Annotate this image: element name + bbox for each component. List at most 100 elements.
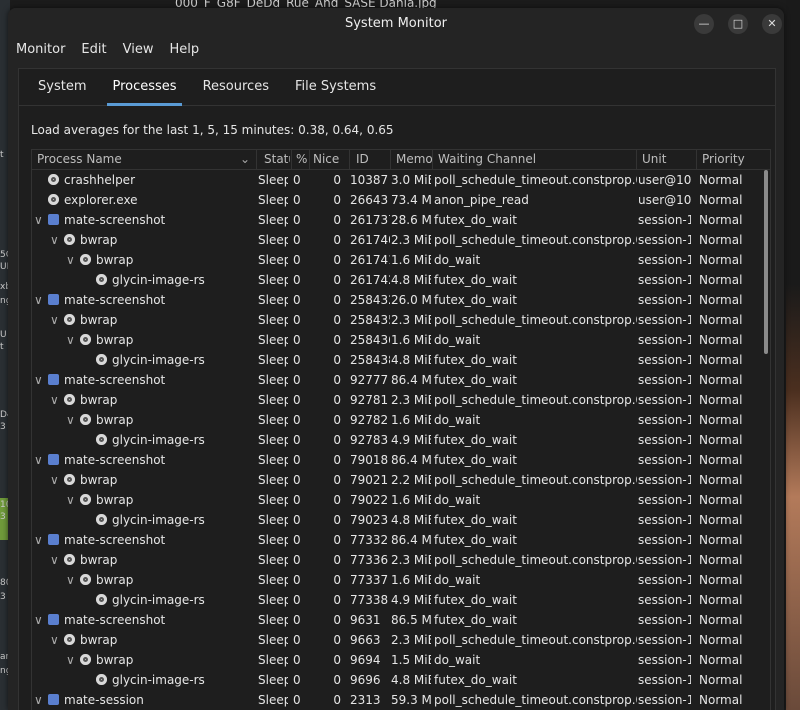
- process-nice: 0: [333, 693, 341, 707]
- process-memory: 2.3 MiB: [391, 233, 431, 247]
- table-header: Process Name ⌄ Statu % Nice ID Memo Wait…: [32, 150, 770, 170]
- table-row[interactable]: glycin-image-rs Sleep 0 0 790234.8 MiBfutex_…: [32, 510, 770, 530]
- process-priority: Normal: [699, 273, 743, 287]
- col-priority[interactable]: Priority: [702, 152, 762, 166]
- col-process-name[interactable]: Process Name: [37, 152, 237, 166]
- process-waiting-channel: poll_schedule_timeout.constprop.0: [434, 633, 637, 647]
- table-row[interactable]: glycin-image-rs Sleep 0 0 927834.9 MiBfutex_…: [32, 430, 770, 450]
- process-unit: session-1.s: [638, 353, 691, 367]
- menu-view[interactable]: View: [123, 42, 154, 57]
- process-memory: 1.6 MiB: [391, 253, 431, 267]
- col-status[interactable]: Statu: [264, 152, 290, 166]
- tab-system[interactable]: System: [27, 69, 97, 105]
- column-separator: [696, 150, 697, 169]
- table-row[interactable]: ∨ bwrap Sleep 0 0 773362.3 MiBpoll_schedule_t…: [32, 550, 770, 570]
- table-row[interactable]: ∨ bwrap Sleep 0 0 790221.6 MiBdo_wait session-…: [32, 490, 770, 510]
- table-row[interactable]: ∨ mate-screenshot Sleep 0 0 7733286.4 Mfutex_…: [32, 530, 770, 550]
- col-id[interactable]: ID: [356, 152, 386, 166]
- process-cpu: 0: [293, 173, 301, 187]
- table-row[interactable]: ∨ bwrap Sleep 0 0 790212.2 MiBpoll_schedule_t…: [32, 470, 770, 490]
- process-priority: Normal: [699, 693, 743, 707]
- table-row[interactable]: ∨ mate-screenshot Sleep 0 0 25843226.0 Mfutex…: [32, 290, 770, 310]
- table-row[interactable]: ∨ bwrap Sleep 0 0 2617402.3 MiBpoll_schedule_…: [32, 230, 770, 250]
- table-row[interactable]: ∨ bwrap Sleep 0 0 927812.3 MiBpoll_schedule_t…: [32, 390, 770, 410]
- chevron-down-icon: ∨: [66, 413, 75, 427]
- close-button[interactable]: ✕: [762, 14, 782, 34]
- menu-monitor[interactable]: Monitor: [16, 42, 65, 57]
- process-waiting-channel: futex_do_wait: [434, 213, 517, 227]
- process-cpu: 0: [293, 413, 301, 427]
- maximize-button[interactable]: □: [728, 14, 748, 34]
- table-row[interactable]: ∨ bwrap Sleep 0 0 2584361.6 MiBdo_wait session…: [32, 330, 770, 350]
- application-icon: [48, 214, 59, 225]
- table-row[interactable]: ∨ bwrap Sleep 0 0 773371.6 MiBdo_wait session-…: [32, 570, 770, 590]
- process-gear-icon: [64, 474, 75, 485]
- process-priority: Normal: [699, 353, 743, 367]
- process-unit: session-1.s: [638, 593, 691, 607]
- process-cpu: 0: [293, 313, 301, 327]
- col-memory[interactable]: Memo: [396, 152, 432, 166]
- col-nice[interactable]: Nice: [313, 152, 345, 166]
- menu-edit[interactable]: Edit: [81, 42, 106, 57]
- process-name: mate-screenshot: [64, 373, 166, 387]
- table-row[interactable]: ∨ bwrap Sleep 0 0 2617411.6 MiBdo_wait session…: [32, 250, 770, 270]
- table-row[interactable]: glycin-image-rs Sleep 0 0 773384.9 MiBfutex_…: [32, 590, 770, 610]
- process-unit: user@100: [638, 193, 691, 207]
- table-row[interactable]: ∨ bwrap Sleep 0 0 927821.6 MiBdo_wait session-…: [32, 410, 770, 430]
- process-cpu: 0: [293, 213, 301, 227]
- chevron-down-icon: ∨: [50, 313, 59, 327]
- table-row[interactable]: ∨ mate-screenshot Sleep 0 0 7901886.4 Mfutex_…: [32, 450, 770, 470]
- col-unit[interactable]: Unit: [642, 152, 692, 166]
- process-id: 77338: [350, 593, 389, 607]
- process-cpu: 0: [293, 353, 301, 367]
- process-name: glycin-image-rs: [112, 673, 205, 687]
- process-nice: 0: [333, 233, 341, 247]
- table-row[interactable]: glycin-image-rs Sleep 0 0 9696 4.8 MiBfutex_d…: [32, 670, 770, 690]
- process-nice: 0: [333, 493, 341, 507]
- tab-resources[interactable]: Resources: [192, 69, 280, 105]
- tab-processes[interactable]: Processes: [101, 69, 187, 106]
- table-row[interactable]: ∨ bwrap Sleep 0 0 2584352.3 MiBpoll_schedule_…: [32, 310, 770, 330]
- process-unit: session-1.s: [638, 513, 691, 527]
- process-priority: Normal: [699, 173, 743, 187]
- process-priority: Normal: [699, 453, 743, 467]
- col-waiting-channel[interactable]: Waiting Channel: [438, 152, 638, 166]
- table-row[interactable]: glycin-image-rs Sleep 0 0 2617424.8 MiBfutex…: [32, 270, 770, 290]
- process-name: glycin-image-rs: [112, 353, 205, 367]
- process-waiting-channel: futex_do_wait: [434, 593, 517, 607]
- table-row[interactable]: explorer.exe Sleep 0 0 2664373.4 Manon_pipe_…: [32, 190, 770, 210]
- process-id: 79022: [350, 493, 389, 507]
- process-cpu: 0: [293, 533, 301, 547]
- process-nice: 0: [333, 473, 341, 487]
- process-cpu: 0: [293, 393, 301, 407]
- process-id: 79023: [350, 513, 389, 527]
- table-row[interactable]: ∨ mate-screenshot Sleep 0 0 9631 86.5 Mfutex_d…: [32, 610, 770, 630]
- vertical-scrollbar[interactable]: [764, 170, 768, 354]
- menu-help[interactable]: Help: [169, 42, 199, 57]
- process-memory: 86.4 M: [391, 453, 431, 467]
- tab-file-systems[interactable]: File Systems: [284, 69, 387, 105]
- table-row[interactable]: glycin-image-rs Sleep 0 0 2584384.8 MiBfutex…: [32, 350, 770, 370]
- process-unit: session-1.s: [638, 413, 691, 427]
- table-row[interactable]: crashhelper Sleep 0 0 103873.0 MiBpoll_sched…: [32, 170, 770, 190]
- col-cpu[interactable]: %: [296, 152, 308, 166]
- table-row[interactable]: ∨ bwrap Sleep 0 0 9694 1.5 MiBdo_wait session-1…: [32, 650, 770, 670]
- process-priority: Normal: [699, 653, 743, 667]
- process-nice: 0: [333, 653, 341, 667]
- table-row[interactable]: ∨ mate-screenshot Sleep 0 0 9277786.4 Mfutex_…: [32, 370, 770, 390]
- minimize-button[interactable]: —: [694, 14, 714, 34]
- process-gear-icon: [96, 514, 107, 525]
- process-unit: session-1.s: [638, 453, 691, 467]
- title-bar[interactable]: System Monitor — □ ✕: [8, 8, 784, 38]
- table-row[interactable]: ∨ mate-screenshot Sleep 0 0 26173728.6 Mfutex…: [32, 210, 770, 230]
- process-status: Sleep: [258, 233, 288, 247]
- process-waiting-channel: futex_do_wait: [434, 433, 517, 447]
- process-memory: 2.3 MiB: [391, 313, 431, 327]
- process-cpu: 0: [293, 453, 301, 467]
- column-separator: [636, 150, 637, 169]
- table-row[interactable]: ∨ bwrap Sleep 0 0 9663 2.3 MiBpoll_schedule_ti…: [32, 630, 770, 650]
- process-id: 258436: [350, 333, 390, 347]
- table-row[interactable]: ∨ mate-session Sleep 0 0 2313 59.3 Mpoll_sched…: [32, 690, 770, 710]
- process-priority: Normal: [699, 573, 743, 587]
- process-id: 9663: [350, 633, 381, 647]
